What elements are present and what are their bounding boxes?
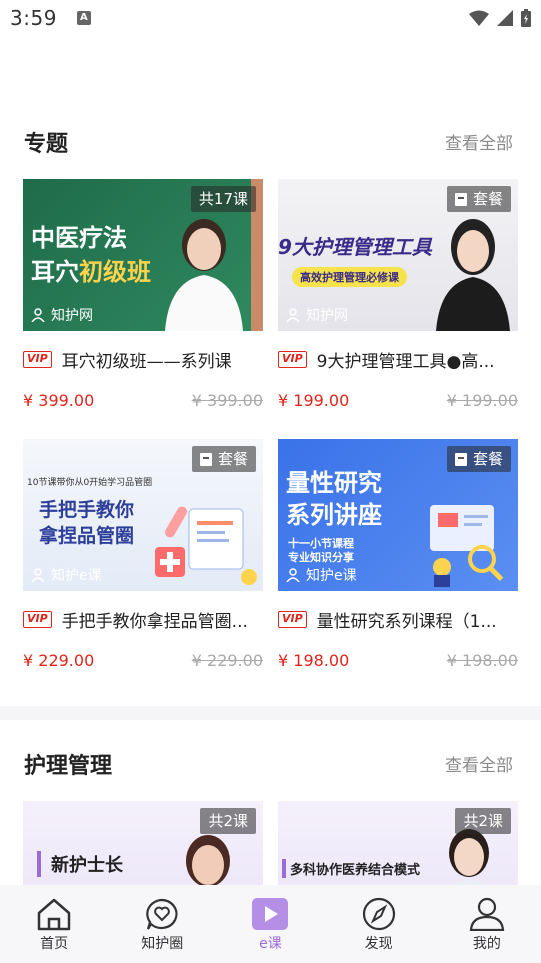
thumb-text: 中医疗法 耳穴初级班 bbox=[31, 224, 151, 286]
thumb-text: 9大护理管理工具 bbox=[278, 235, 432, 259]
thumb-text: 多科协作医养结合模式 bbox=[282, 859, 420, 878]
course-badge: 套餐 bbox=[446, 186, 511, 212]
course-thumbnail: 量性研究 系列讲座 十一小节课程 专业知识分享 套餐 知护e课 bbox=[278, 439, 518, 591]
package-icon bbox=[454, 192, 467, 206]
course-original-price: ¥ 229.00 bbox=[191, 651, 263, 670]
course-title: VIP 耳穴初级班——系列课 bbox=[23, 347, 263, 372]
course-source: 知护e课 bbox=[31, 565, 102, 585]
user-icon bbox=[31, 568, 45, 582]
wifi-icon bbox=[469, 10, 489, 26]
home-icon bbox=[37, 898, 71, 931]
course-source: 知护网 bbox=[286, 305, 348, 325]
user-icon bbox=[469, 897, 505, 931]
thumb-text: 新护士长 bbox=[37, 851, 123, 877]
tab-mine[interactable]: 我的 bbox=[447, 897, 527, 953]
tab-discover[interactable]: 发现 bbox=[339, 897, 419, 953]
course-badge: 共2课 bbox=[455, 808, 511, 834]
thumb-text: 手把手教你 拿捏品管圈 bbox=[39, 499, 135, 547]
vip-badge: VIP bbox=[23, 611, 52, 628]
thumb-subtitle: 高效护理管理必修课 bbox=[292, 267, 407, 287]
play-icon bbox=[252, 898, 289, 930]
section-divider bbox=[0, 706, 541, 720]
course-thumbnail: 10节课带你从0开始学习品管圈 手把手教你 拿捏品管圈 套餐 知护e课 bbox=[23, 439, 263, 591]
app-screen: { "status_bar": {"time": "3:59", "notifi… bbox=[0, 0, 541, 963]
status-indicators bbox=[469, 9, 531, 27]
course-card[interactable]: 10节课带你从0开始学习品管圈 手把手教你 拿捏品管圈 套餐 知护e课 VIP … bbox=[23, 439, 263, 670]
vip-badge: VIP bbox=[278, 611, 307, 628]
course-thumbnail: 中医疗法 耳穴初级班 共17课 知护网 bbox=[23, 179, 263, 331]
package-icon bbox=[454, 452, 467, 466]
user-icon bbox=[286, 568, 300, 582]
thumb-text: 量性研究 系列讲座 bbox=[286, 469, 382, 529]
thumb-top-text: 10节课带你从0开始学习品管圈 bbox=[27, 478, 153, 488]
tab-label: 我的 bbox=[472, 936, 501, 952]
tab-label: 首页 bbox=[40, 936, 69, 952]
thumb-subtitle: 十一小节课程 专业知识分享 bbox=[288, 537, 354, 564]
a-icon: A bbox=[76, 11, 91, 25]
course-source: 知护e课 bbox=[286, 565, 357, 585]
tab-label: 发现 bbox=[364, 936, 393, 952]
tab-label: 知护圈 bbox=[141, 936, 184, 952]
instructor-photo bbox=[165, 219, 243, 331]
tab-home[interactable]: 首页 bbox=[14, 897, 94, 953]
section-header: 护理管理 查看全部 bbox=[0, 748, 541, 788]
course-thumbnail: 9大护理管理工具 高效护理管理必修课 套餐 知护网 bbox=[278, 179, 518, 331]
signal-icon bbox=[497, 10, 513, 26]
vip-badge: VIP bbox=[23, 351, 52, 368]
course-source: 知护网 bbox=[31, 305, 93, 325]
course-original-price: ¥ 198.00 bbox=[446, 651, 518, 670]
course-price: ¥ 229.00 bbox=[23, 651, 95, 670]
course-title: VIP 量性研究系列课程（1... bbox=[278, 607, 518, 632]
section-topics: 专题 查看全部 中医疗法 耳穴初级班 共17课 知护网 VIP 耳穴初级班——系列… bbox=[0, 126, 541, 706]
battery-icon bbox=[521, 9, 531, 27]
heart-chat-icon bbox=[146, 898, 178, 930]
vip-badge: VIP bbox=[278, 351, 307, 368]
course-badge: 套餐 bbox=[191, 446, 256, 472]
course-price: ¥ 199.00 bbox=[278, 391, 350, 410]
compass-icon bbox=[362, 897, 395, 931]
course-price: ¥ 198.00 bbox=[278, 651, 350, 670]
instructor-photo bbox=[436, 219, 510, 331]
tab-ecourse[interactable]: e课 bbox=[230, 897, 310, 953]
course-original-price: ¥ 199.00 bbox=[446, 391, 518, 410]
user-icon bbox=[31, 308, 45, 322]
tab-circle[interactable]: 知护圈 bbox=[122, 897, 202, 953]
section-title: 专题 bbox=[24, 132, 69, 157]
course-original-price: ¥ 399.00 bbox=[191, 391, 263, 410]
course-badge: 套餐 bbox=[446, 446, 511, 472]
view-all-link[interactable]: 查看全部 bbox=[445, 129, 513, 154]
course-card[interactable]: 中医疗法 耳穴初级班 共17课 知护网 VIP 耳穴初级班——系列课 ¥ 399.… bbox=[23, 179, 263, 410]
status-time: 3:59 bbox=[10, 6, 57, 30]
bottom-tab-bar: 首页 知护圈 e课 发现 我的 bbox=[0, 885, 541, 963]
course-price: ¥ 399.00 bbox=[23, 391, 95, 410]
section-title: 护理管理 bbox=[24, 754, 113, 779]
course-title: VIP 9大护理管理工具●高... bbox=[278, 347, 518, 372]
status-bar: 3:59 A bbox=[0, 0, 541, 36]
course-badge: 共17课 bbox=[190, 186, 256, 212]
course-title: VIP 手把手教你拿捏品管圈... bbox=[23, 607, 263, 632]
user-icon bbox=[286, 308, 300, 322]
view-all-link[interactable]: 查看全部 bbox=[445, 751, 513, 776]
course-card[interactable]: 量性研究 系列讲座 十一小节课程 专业知识分享 套餐 知护e课 VIP 量性研究… bbox=[278, 439, 518, 670]
package-icon bbox=[199, 452, 212, 466]
tab-label: e课 bbox=[259, 936, 282, 952]
illustration bbox=[155, 506, 257, 585]
course-card[interactable]: 9大护理管理工具 高效护理管理必修课 套餐 知护网 VIP 9大护理管理工具●高.… bbox=[278, 179, 518, 410]
section-header: 专题 查看全部 bbox=[0, 126, 541, 166]
course-badge: 共2课 bbox=[200, 808, 256, 834]
illustration bbox=[430, 505, 504, 587]
section-nursing-management: 护理管理 查看全部 新护士长 共2课 多科协作医养结合模式 共2课 bbox=[0, 748, 541, 953]
